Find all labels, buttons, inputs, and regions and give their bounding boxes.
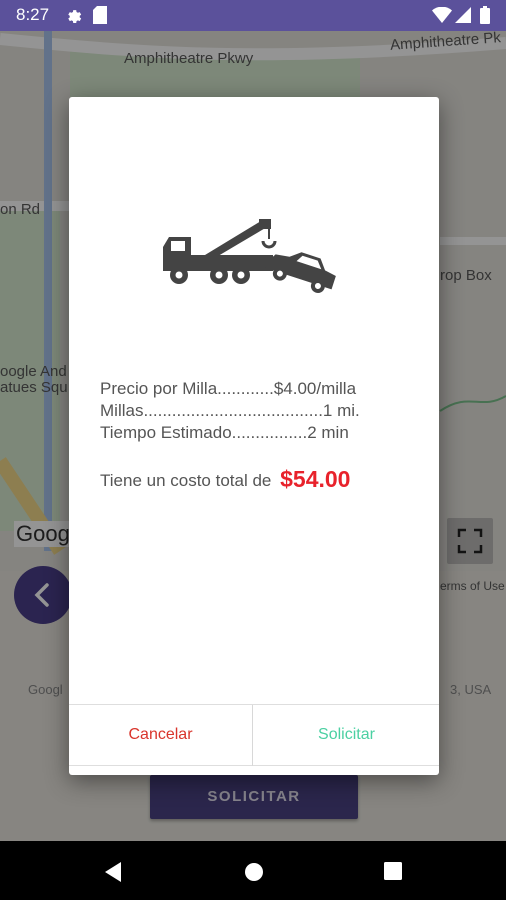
back-nav-icon[interactable] bbox=[103, 861, 123, 888]
wifi-icon bbox=[432, 6, 452, 28]
cancel-button[interactable]: Cancelar bbox=[69, 705, 253, 766]
home-nav-icon[interactable] bbox=[244, 862, 264, 887]
sd-card-icon bbox=[93, 6, 107, 29]
signal-icon bbox=[455, 7, 471, 28]
total-amount: $54.00 bbox=[280, 466, 351, 492]
miles: Millas..................................… bbox=[100, 401, 360, 420]
tow-truck-icon bbox=[163, 219, 336, 293]
battery-icon bbox=[480, 6, 490, 29]
status-bar: 8:27 bbox=[0, 0, 506, 31]
navigation-bar bbox=[0, 841, 506, 900]
recents-nav-icon[interactable] bbox=[384, 862, 402, 885]
total-cost: Tiene un costo total de $54.00 bbox=[100, 465, 350, 492]
estimated-time: Tiempo Estimado................2 min bbox=[100, 423, 349, 442]
price-per-mile: Precio por Milla............$4.00/milla bbox=[100, 379, 357, 398]
status-time: 8:27 bbox=[16, 5, 50, 24]
dialog-actions: Cancelar Solicitar bbox=[69, 704, 439, 766]
total-label: Tiene un costo total de bbox=[100, 471, 272, 490]
trip-details: Precio por Milla............$4.00/milla … bbox=[100, 378, 360, 444]
request-button[interactable]: Solicitar bbox=[254, 705, 439, 766]
request-dialog: Precio por Milla............$4.00/milla … bbox=[69, 97, 439, 775]
settings-icon bbox=[64, 6, 82, 29]
